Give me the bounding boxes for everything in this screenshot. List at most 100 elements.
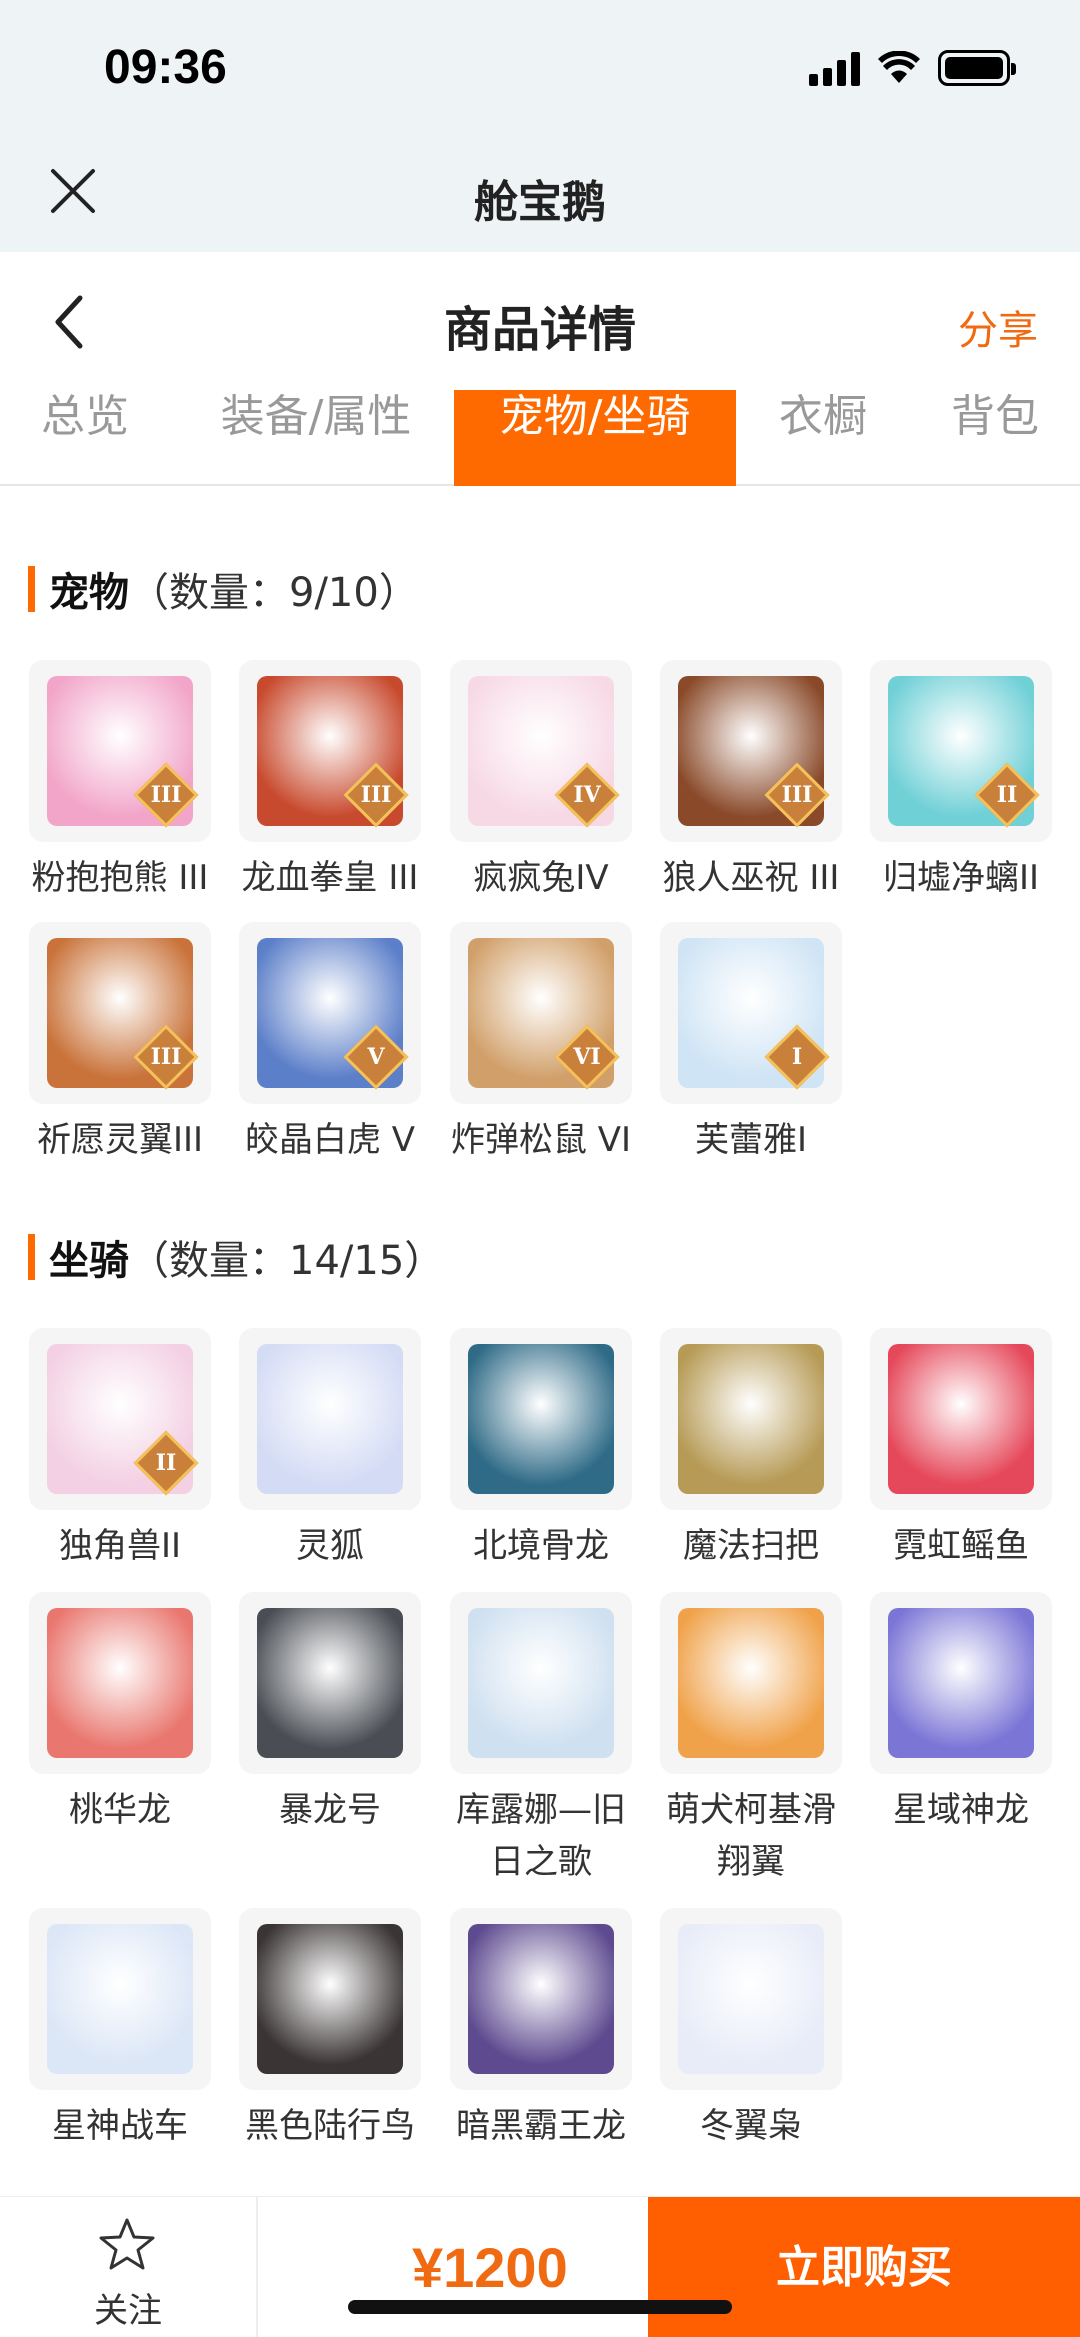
grid-item[interactable]: I 芙蕾雅I — [660, 922, 842, 1166]
grid-item[interactable]: 桃华龙 — [29, 1592, 211, 1836]
rank-label: II — [996, 782, 1018, 808]
item-name: 黑色陆行鸟 — [245, 2106, 415, 2146]
buy-now-button[interactable]: 立即购买 — [648, 2197, 1080, 2337]
item-thumbnail: IV — [450, 660, 632, 842]
grid-item[interactable]: II 独角兽II — [29, 1328, 211, 1572]
rank-label: I — [791, 1044, 803, 1070]
item-image — [888, 1344, 1034, 1494]
item-thumbnail — [450, 1592, 632, 1774]
item-thumbnail — [660, 1908, 842, 2090]
section-accent-bar — [28, 1234, 35, 1280]
item-thumbnail — [29, 1592, 211, 1774]
item-name: 独角兽II — [58, 1526, 182, 1566]
item-name: 暴龙号 — [279, 1790, 381, 1830]
page-header: 商品详情 分享 — [0, 252, 1080, 390]
rank-label: III — [781, 782, 813, 808]
price-value: ¥1200 — [412, 2236, 568, 2299]
item-name: 冬翼枭 — [700, 2106, 802, 2146]
grid-item[interactable]: VI 炸弹松鼠 VI — [450, 922, 632, 1166]
item-image — [468, 1608, 614, 1758]
grid-item[interactable]: III 粉抱抱熊 III — [29, 660, 211, 904]
item-name: 芙蕾雅I — [694, 1120, 808, 1160]
item-thumbnail — [239, 1908, 421, 2090]
item-thumbnail: III — [239, 660, 421, 842]
wifi-icon — [878, 51, 920, 83]
item-name: 霓虹鳐鱼 — [893, 1526, 1029, 1566]
item-name: 疯疯兔IV — [473, 858, 609, 898]
item-name: 萌犬柯基滑翔翼 — [666, 1790, 836, 1882]
grid-item[interactable]: II 归墟净螭II — [870, 660, 1052, 904]
item-thumbnail — [29, 1908, 211, 2090]
rank-label: III — [360, 782, 392, 808]
item-thumbnail: I — [660, 922, 842, 1104]
item-image — [678, 1924, 824, 2074]
item-image — [468, 1344, 614, 1494]
rank-label: V — [367, 1044, 385, 1070]
item-thumbnail — [450, 1328, 632, 1510]
item-image — [888, 1608, 1034, 1758]
mini-app-header: 舱宝鹅 — [0, 130, 1080, 252]
item-image — [468, 1924, 614, 2074]
grid-item[interactable]: 星域神龙 — [870, 1592, 1052, 1836]
item-name: 星域神龙 — [893, 1790, 1029, 1830]
grid-item[interactable]: 霓虹鳐鱼 — [870, 1328, 1052, 1572]
grid-item[interactable]: III 祈愿灵翼III — [29, 922, 211, 1166]
item-thumbnail: II — [29, 1328, 211, 1510]
mounts-section-header: 坐骑 （数量：14/15） — [28, 1232, 444, 1284]
item-image — [257, 1924, 403, 2074]
item-thumbnail: III — [29, 660, 211, 842]
grid-item[interactable]: 魔法扫把 — [660, 1328, 842, 1572]
app-title: 舱宝鹅 — [474, 177, 606, 228]
rank-label: IV — [573, 782, 601, 808]
grid-item[interactable]: V 皎晶白虎 V — [239, 922, 421, 1166]
tab-pets-mounts[interactable]: 宠物/坐骑 — [454, 390, 736, 486]
grid-item[interactable]: 暗黑霸王龙 — [450, 1908, 632, 2152]
grid-item[interactable]: III 龙血拳皇 III — [239, 660, 421, 904]
grid-item[interactable]: 萌犬柯基滑翔翼 — [660, 1592, 842, 1888]
tab-wardrobe[interactable]: 衣橱 — [758, 390, 888, 486]
grid-item[interactable]: 灵狐 — [239, 1328, 421, 1572]
battery-icon — [938, 50, 1016, 86]
grid-item[interactable]: 黑色陆行鸟 — [239, 1908, 421, 2152]
item-thumbnail: VI — [450, 922, 632, 1104]
grid-item[interactable]: 暴龙号 — [239, 1592, 421, 1836]
item-thumbnail — [450, 1908, 632, 2090]
grid-item[interactable]: 冬翼枭 — [660, 1908, 842, 2152]
item-thumbnail — [870, 1328, 1052, 1510]
mounts-title: 坐骑 — [49, 1238, 129, 1284]
star-icon — [99, 2218, 155, 2270]
item-thumbnail — [660, 1592, 842, 1774]
item-name: 粉抱抱熊 III — [31, 858, 209, 898]
item-name: 魔法扫把 — [683, 1526, 819, 1566]
item-image — [257, 1608, 403, 1758]
item-image — [257, 1344, 403, 1494]
mounts-count: （数量：14/15） — [129, 1238, 445, 1284]
tab-bar: 总览 装备/属性 宠物/坐骑 衣橱 背包 — [0, 390, 1080, 486]
signal-icon — [809, 50, 860, 86]
item-name: 炸弹松鼠 VI — [450, 1120, 632, 1160]
grid-item[interactable]: 库露娜—旧日之歌 — [450, 1592, 632, 1888]
status-icons — [809, 50, 1016, 86]
item-name: 皎晶白虎 V — [244, 1120, 416, 1160]
grid-item[interactable]: 北境骨龙 — [450, 1328, 632, 1572]
rank-label: III — [150, 782, 182, 808]
item-thumbnail — [239, 1328, 421, 1510]
rank-label: III — [150, 1044, 182, 1070]
rank-label: II — [155, 1450, 177, 1476]
follow-label: 关注 — [94, 2291, 162, 2331]
grid-item[interactable]: III 狼人巫祝 III — [660, 660, 842, 904]
item-thumbnail — [239, 1592, 421, 1774]
item-name: 灵狐 — [296, 1526, 364, 1566]
grid-item[interactable]: IV 疯疯兔IV — [450, 660, 632, 904]
pets-count: （数量：9/10） — [129, 570, 419, 616]
share-button[interactable]: 分享 — [958, 298, 1038, 356]
tab-equipment[interactable]: 装备/属性 — [196, 390, 436, 486]
item-name: 暗黑霸王龙 — [456, 2106, 626, 2146]
tab-overview[interactable]: 总览 — [20, 390, 150, 486]
tab-backpack[interactable]: 背包 — [930, 390, 1060, 486]
follow-button[interactable]: 关注 — [0, 2197, 258, 2337]
item-name: 狼人巫祝 III — [662, 858, 840, 898]
grid-item[interactable]: 星神战车 — [29, 1908, 211, 2152]
item-name: 库露娜—旧日之歌 — [456, 1790, 626, 1882]
item-name: 归墟净螭II — [882, 858, 1040, 898]
